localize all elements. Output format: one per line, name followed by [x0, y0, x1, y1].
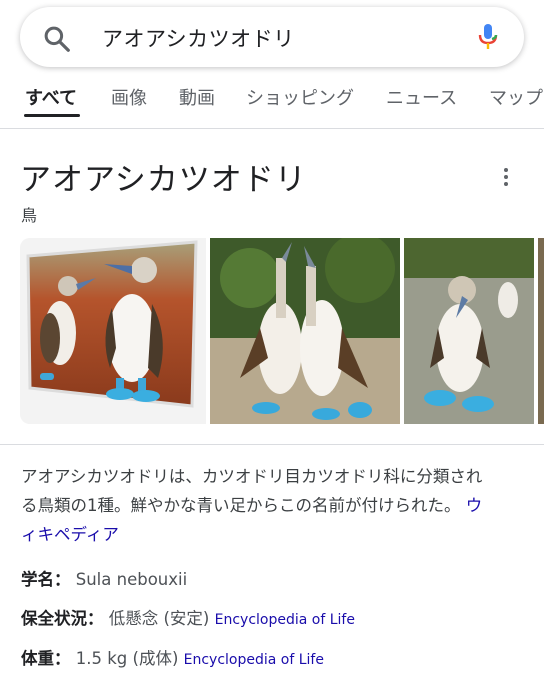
bird-image-2[interactable] [210, 238, 400, 424]
fact-scientific-name: 学名： Sula nebouxii [21, 566, 187, 590]
panel-description: アオアシカツオドリは、カツオドリ目カツオドリ科に分類され る鳥類の1種。鮮やかな… [21, 462, 525, 549]
fact-separator: ： [54, 570, 71, 589]
fact-label: 学名 [21, 570, 54, 589]
fact-value: 低懸念 (安定) [108, 609, 210, 628]
tab-all[interactable]: すべて [25, 84, 77, 110]
search-tabs: すべて 画像 動画 ショッピング ニュース マップ [0, 84, 544, 118]
fact-label: 体重 [21, 649, 54, 668]
tab-images[interactable]: 画像 [111, 84, 147, 110]
microphone-icon[interactable] [476, 22, 500, 52]
fact-value: Sula nebouxii [75, 570, 188, 589]
fact-label: 保全状況 [21, 609, 87, 628]
active-tab-indicator [24, 114, 80, 117]
fact-separator: ： [54, 649, 71, 668]
description-line-1: アオアシカツオドリは、カツオドリ目カツオドリ科に分類され [21, 467, 483, 486]
bird-image-3[interactable] [404, 238, 534, 424]
description-line-3: ィキペディア [21, 520, 525, 549]
tabs-divider [0, 128, 544, 129]
fact-source-link[interactable]: Encyclopedia of Life [184, 652, 324, 668]
section-divider [0, 444, 544, 445]
image-carousel [20, 238, 544, 424]
more-options-icon[interactable] [500, 168, 512, 190]
tab-news[interactable]: ニュース [386, 84, 457, 110]
fact-weight: 体重： 1.5 kg (成体) Encyclopedia of Life [21, 645, 324, 669]
bird-image-1[interactable] [20, 238, 206, 424]
fact-separator: ： [87, 609, 104, 628]
wikipedia-link[interactable]: ウ [466, 496, 483, 515]
tab-maps[interactable]: マップ [489, 84, 543, 110]
panel-title: アオアシカツオドリ [20, 162, 307, 198]
fact-value: 1.5 kg (成体) [75, 649, 179, 668]
panel-subtitle: 鳥 [21, 206, 38, 225]
fact-conservation-status: 保全状況： 低懸念 (安定) Encyclopedia of Life [21, 605, 355, 629]
search-input[interactable]: アオアシカツオドリ [102, 23, 295, 53]
bird-image-4-partial[interactable] [538, 238, 544, 424]
tab-videos[interactable]: 動画 [179, 84, 215, 110]
wikipedia-link-continued[interactable]: ィキペディア [21, 525, 119, 544]
search-icon[interactable] [42, 24, 72, 54]
fact-source-link[interactable]: Encyclopedia of Life [215, 612, 355, 628]
description-line-2: る鳥類の1種。鮮やかな青い足からこの名前が付けられた。 ウ [21, 496, 483, 515]
tab-shopping[interactable]: ショッピング [246, 84, 354, 110]
